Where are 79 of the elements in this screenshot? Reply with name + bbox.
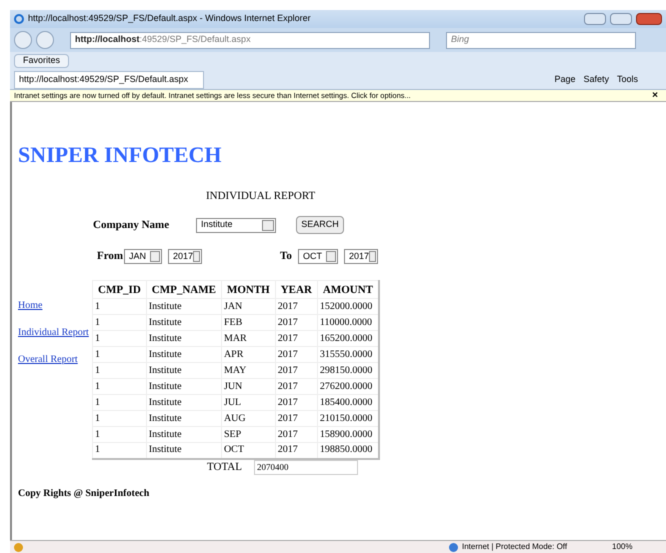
- table-cell: 2017: [275, 410, 318, 426]
- table-cell: JUN: [221, 378, 276, 394]
- table-cell: Institute: [146, 410, 222, 426]
- table-cell: 2017: [275, 394, 318, 410]
- address-field[interactable]: http://localhost:49529/SP_FS/Default.aspx: [70, 32, 430, 48]
- table-cell: SEP: [221, 426, 276, 442]
- column-header: CMP_ID: [92, 280, 146, 298]
- total-label: TOTAL: [207, 460, 242, 475]
- table-cell: MAY: [221, 362, 276, 378]
- table-cell: Institute: [146, 426, 222, 442]
- table-cell: 1: [92, 298, 146, 314]
- table-cell: 2017: [275, 442, 318, 458]
- forward-button[interactable]: [36, 31, 54, 49]
- table-cell: APR: [221, 346, 276, 362]
- column-header: YEAR: [275, 280, 318, 298]
- search-button[interactable]: SEARCH: [296, 216, 344, 234]
- column-header: CMP_NAME: [146, 280, 222, 298]
- window-title: http://localhost:49529/SP_FS/Default.aspx - Windows Internet Explorer: [28, 12, 312, 26]
- table-cell: 2017: [275, 426, 318, 442]
- favorites-button[interactable]: Favorites: [14, 54, 70, 68]
- back-button[interactable]: [14, 31, 32, 49]
- table-cell: 1: [92, 378, 146, 394]
- table-cell: 1: [92, 346, 146, 362]
- table-cell: 2017: [275, 314, 318, 330]
- report-heading: INDIVIDUAL REPORT: [206, 189, 316, 204]
- restore-button[interactable]: [610, 13, 632, 25]
- site-logo: SNIPER INFOTECH: [18, 141, 222, 169]
- table-cell: 2017: [275, 298, 318, 314]
- menu-button[interactable]: Page: [554, 73, 576, 87]
- nav-link[interactable]: Overall Report: [18, 352, 89, 367]
- browser-logo-icon: [14, 14, 24, 24]
- table-cell: AUG: [221, 410, 276, 426]
- table-cell: 1: [92, 330, 146, 346]
- table-cell: 2017: [275, 378, 318, 394]
- table-cell: 1: [92, 362, 146, 378]
- table-cell: Institute: [146, 330, 222, 346]
- table-cell: 1: [92, 426, 146, 442]
- column-header: AMOUNT: [317, 280, 379, 298]
- table-cell: Institute: [146, 298, 222, 314]
- year-select[interactable]: 2017: [168, 248, 202, 264]
- table-cell: 1: [92, 442, 146, 458]
- minimize-button[interactable]: [584, 13, 606, 25]
- year-select[interactable]: 2017: [344, 248, 378, 264]
- browser-tab[interactable]: http://localhost:49529/SP_FS/Default.aspx: [14, 71, 204, 89]
- company-select[interactable]: Institute: [196, 218, 276, 232]
- table-cell: 1: [92, 394, 146, 410]
- table-cell: 1: [92, 314, 146, 330]
- field-label: To: [280, 249, 293, 264]
- nav-link[interactable]: Individual Report: [18, 325, 89, 340]
- menu-button[interactable]: Tools: [616, 73, 638, 87]
- table-cell: 2017: [275, 346, 318, 362]
- table-cell: JUL: [221, 394, 276, 410]
- close-icon[interactable]: ×: [652, 88, 662, 103]
- field-label: Company Name: [93, 218, 170, 233]
- security-zone: Internet | Protected Mode: Off: [462, 541, 568, 553]
- table-cell: Institute: [146, 362, 222, 378]
- table-cell: Institute: [146, 442, 222, 458]
- zoom-level[interactable]: 100%: [612, 541, 662, 553]
- table-cell: Institute: [146, 394, 222, 410]
- warning-icon: [14, 542, 23, 552]
- copyright-text: Copy Rights @ SniperInfotech: [18, 487, 150, 501]
- search-field[interactable]: Bing: [446, 32, 636, 48]
- table-cell: 2017: [275, 362, 318, 378]
- month-select[interactable]: OCT: [298, 248, 338, 264]
- nav-link[interactable]: Home: [18, 298, 89, 313]
- table-cell: FEB: [221, 314, 276, 330]
- field-label: From: [97, 249, 124, 264]
- table-cell: Institute: [146, 378, 222, 394]
- table-cell: JAN: [221, 298, 276, 314]
- total-field[interactable]: 2070400: [254, 460, 358, 475]
- table-cell: 1: [92, 410, 146, 426]
- menu-button[interactable]: Safety: [583, 73, 609, 87]
- table-cell: 2017: [275, 330, 318, 346]
- close-button[interactable]: [636, 13, 662, 25]
- table-cell: Institute: [146, 314, 222, 330]
- column-header: MONTH: [221, 280, 276, 298]
- table-cell: Institute: [146, 346, 222, 362]
- table-cell: MAR: [221, 330, 276, 346]
- month-select[interactable]: JAN: [124, 248, 162, 264]
